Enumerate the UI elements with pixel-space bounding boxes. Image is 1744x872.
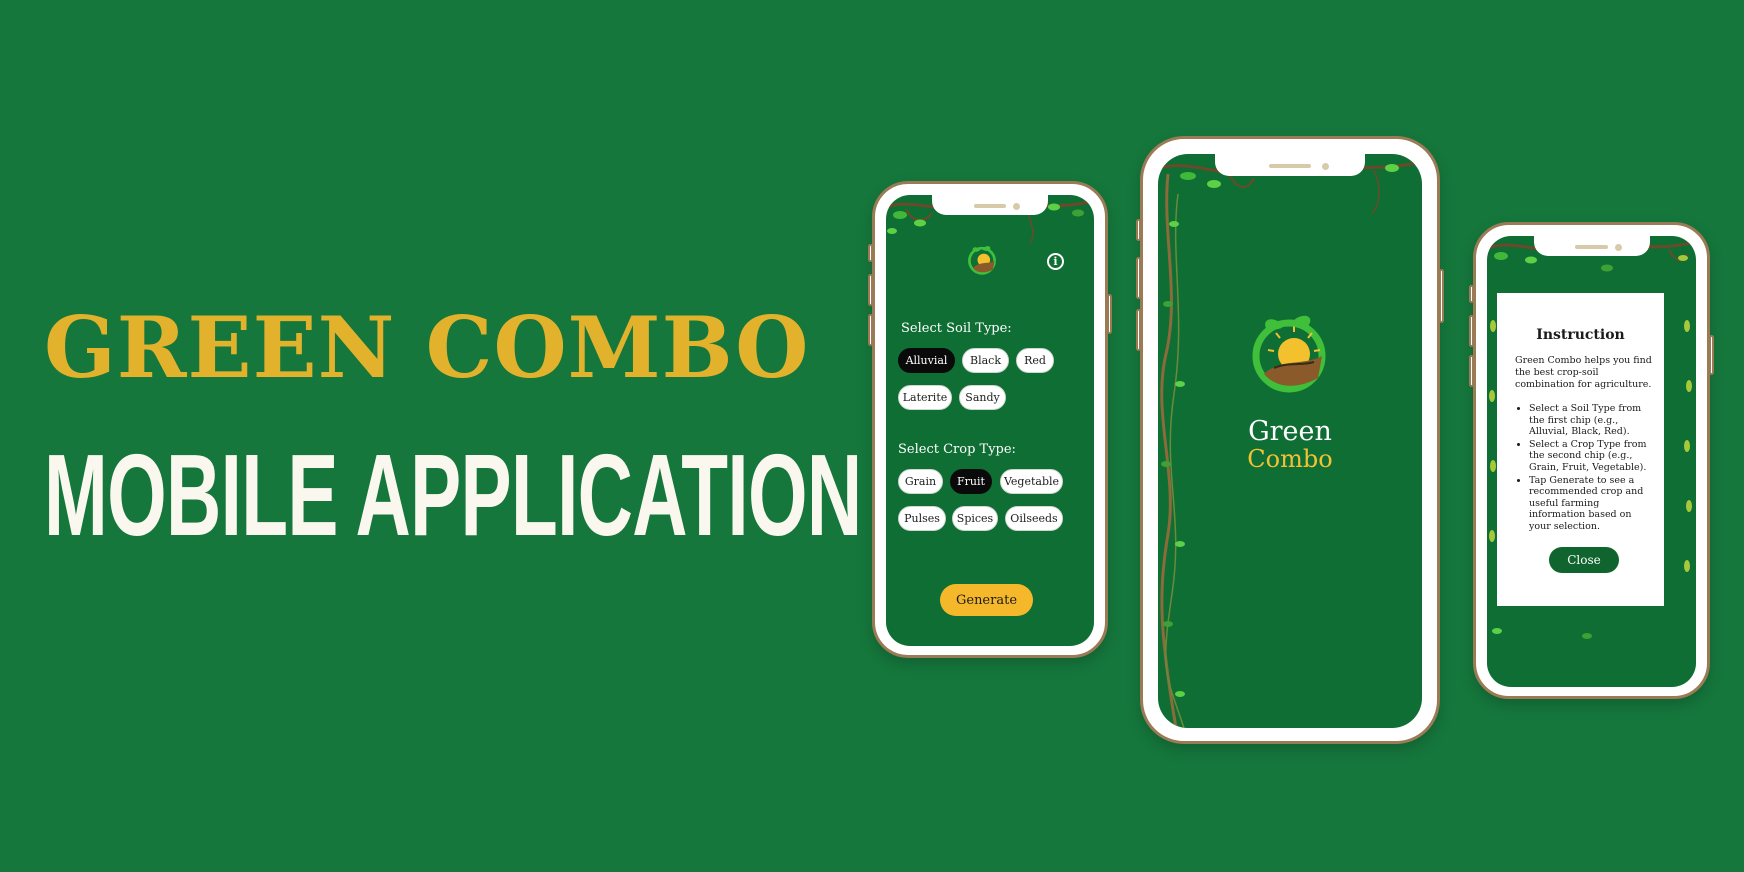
crop-chip-vegetable[interactable]: Vegetable: [1000, 469, 1063, 494]
phone-notch: [932, 195, 1048, 215]
phone-side-button: [1469, 355, 1474, 387]
info-icon[interactable]: i: [1047, 253, 1064, 270]
phone-side-button: [868, 274, 873, 306]
app-name-green: Green: [1248, 416, 1332, 447]
soil-chip-red[interactable]: Red: [1016, 348, 1054, 373]
phone-side-button: [1136, 219, 1141, 241]
soil-type-label: Select Soil Type:: [901, 321, 1012, 336]
phone-side-button: [1709, 335, 1714, 375]
crop-chip-spices[interactable]: Spices: [952, 506, 998, 531]
instruction-dialog: Instruction Green Combo helps you find t…: [1497, 293, 1664, 606]
soil-chip-laterite[interactable]: Laterite: [898, 385, 952, 410]
phone-splash-screen: Green Combo: [1136, 136, 1444, 744]
instruction-screen: Instruction Green Combo helps you find t…: [1487, 236, 1696, 687]
phone-side-button: [1136, 309, 1141, 351]
instruction-step: Select a Soil Type from the first chip (…: [1529, 403, 1652, 438]
phone-side-button: [868, 244, 873, 262]
banner-title-line1: GREEN COMBO: [44, 298, 810, 397]
close-button[interactable]: Close: [1549, 547, 1619, 573]
dialog-title: Instruction: [1536, 327, 1625, 343]
splash-screen: Green Combo: [1158, 154, 1422, 728]
green-combo-logo: [968, 246, 996, 275]
phone-notch: [1215, 154, 1365, 176]
phone-side-button: [868, 314, 873, 346]
crop-chip-pulses[interactable]: Pulses: [898, 506, 946, 531]
phone-instruction-screen: Instruction Green Combo helps you find t…: [1469, 222, 1714, 699]
selection-screen: i Select Soil Type: Alluvial Black Red L…: [886, 195, 1094, 646]
soil-chip-black[interactable]: Black: [962, 348, 1009, 373]
app-name-combo: Combo: [1247, 445, 1333, 473]
green-combo-logo: [1252, 315, 1326, 393]
instruction-steps-list: Select a Soil Type from the first chip (…: [1515, 403, 1652, 533]
phone-side-button: [1107, 294, 1112, 334]
phone-side-button: [1439, 269, 1444, 323]
soil-chip-alluvial[interactable]: Alluvial: [898, 348, 955, 373]
phone-side-button: [1469, 315, 1474, 347]
crop-chip-fruit[interactable]: Fruit: [950, 469, 992, 494]
crop-chip-grain[interactable]: Grain: [898, 469, 943, 494]
soil-chip-sandy[interactable]: Sandy: [959, 385, 1006, 410]
banner-title-line2: MOBILE APPLICATION: [44, 430, 862, 560]
phone-notch: [1533, 236, 1650, 256]
generate-button[interactable]: Generate: [940, 584, 1033, 616]
crop-chip-oilseeds[interactable]: Oilseeds: [1005, 506, 1063, 531]
phone-side-button: [1469, 285, 1474, 303]
crop-type-label: Select Crop Type:: [898, 442, 1016, 457]
phone-side-button: [1136, 257, 1141, 299]
dialog-intro-text: Green Combo helps you find the best crop…: [1515, 355, 1652, 390]
instruction-step: Select a Crop Type from the second chip …: [1529, 439, 1652, 474]
instruction-step: Tap Generate to see a recommended crop a…: [1529, 475, 1652, 533]
phone-selection-screen: i Select Soil Type: Alluvial Black Red L…: [868, 181, 1112, 658]
